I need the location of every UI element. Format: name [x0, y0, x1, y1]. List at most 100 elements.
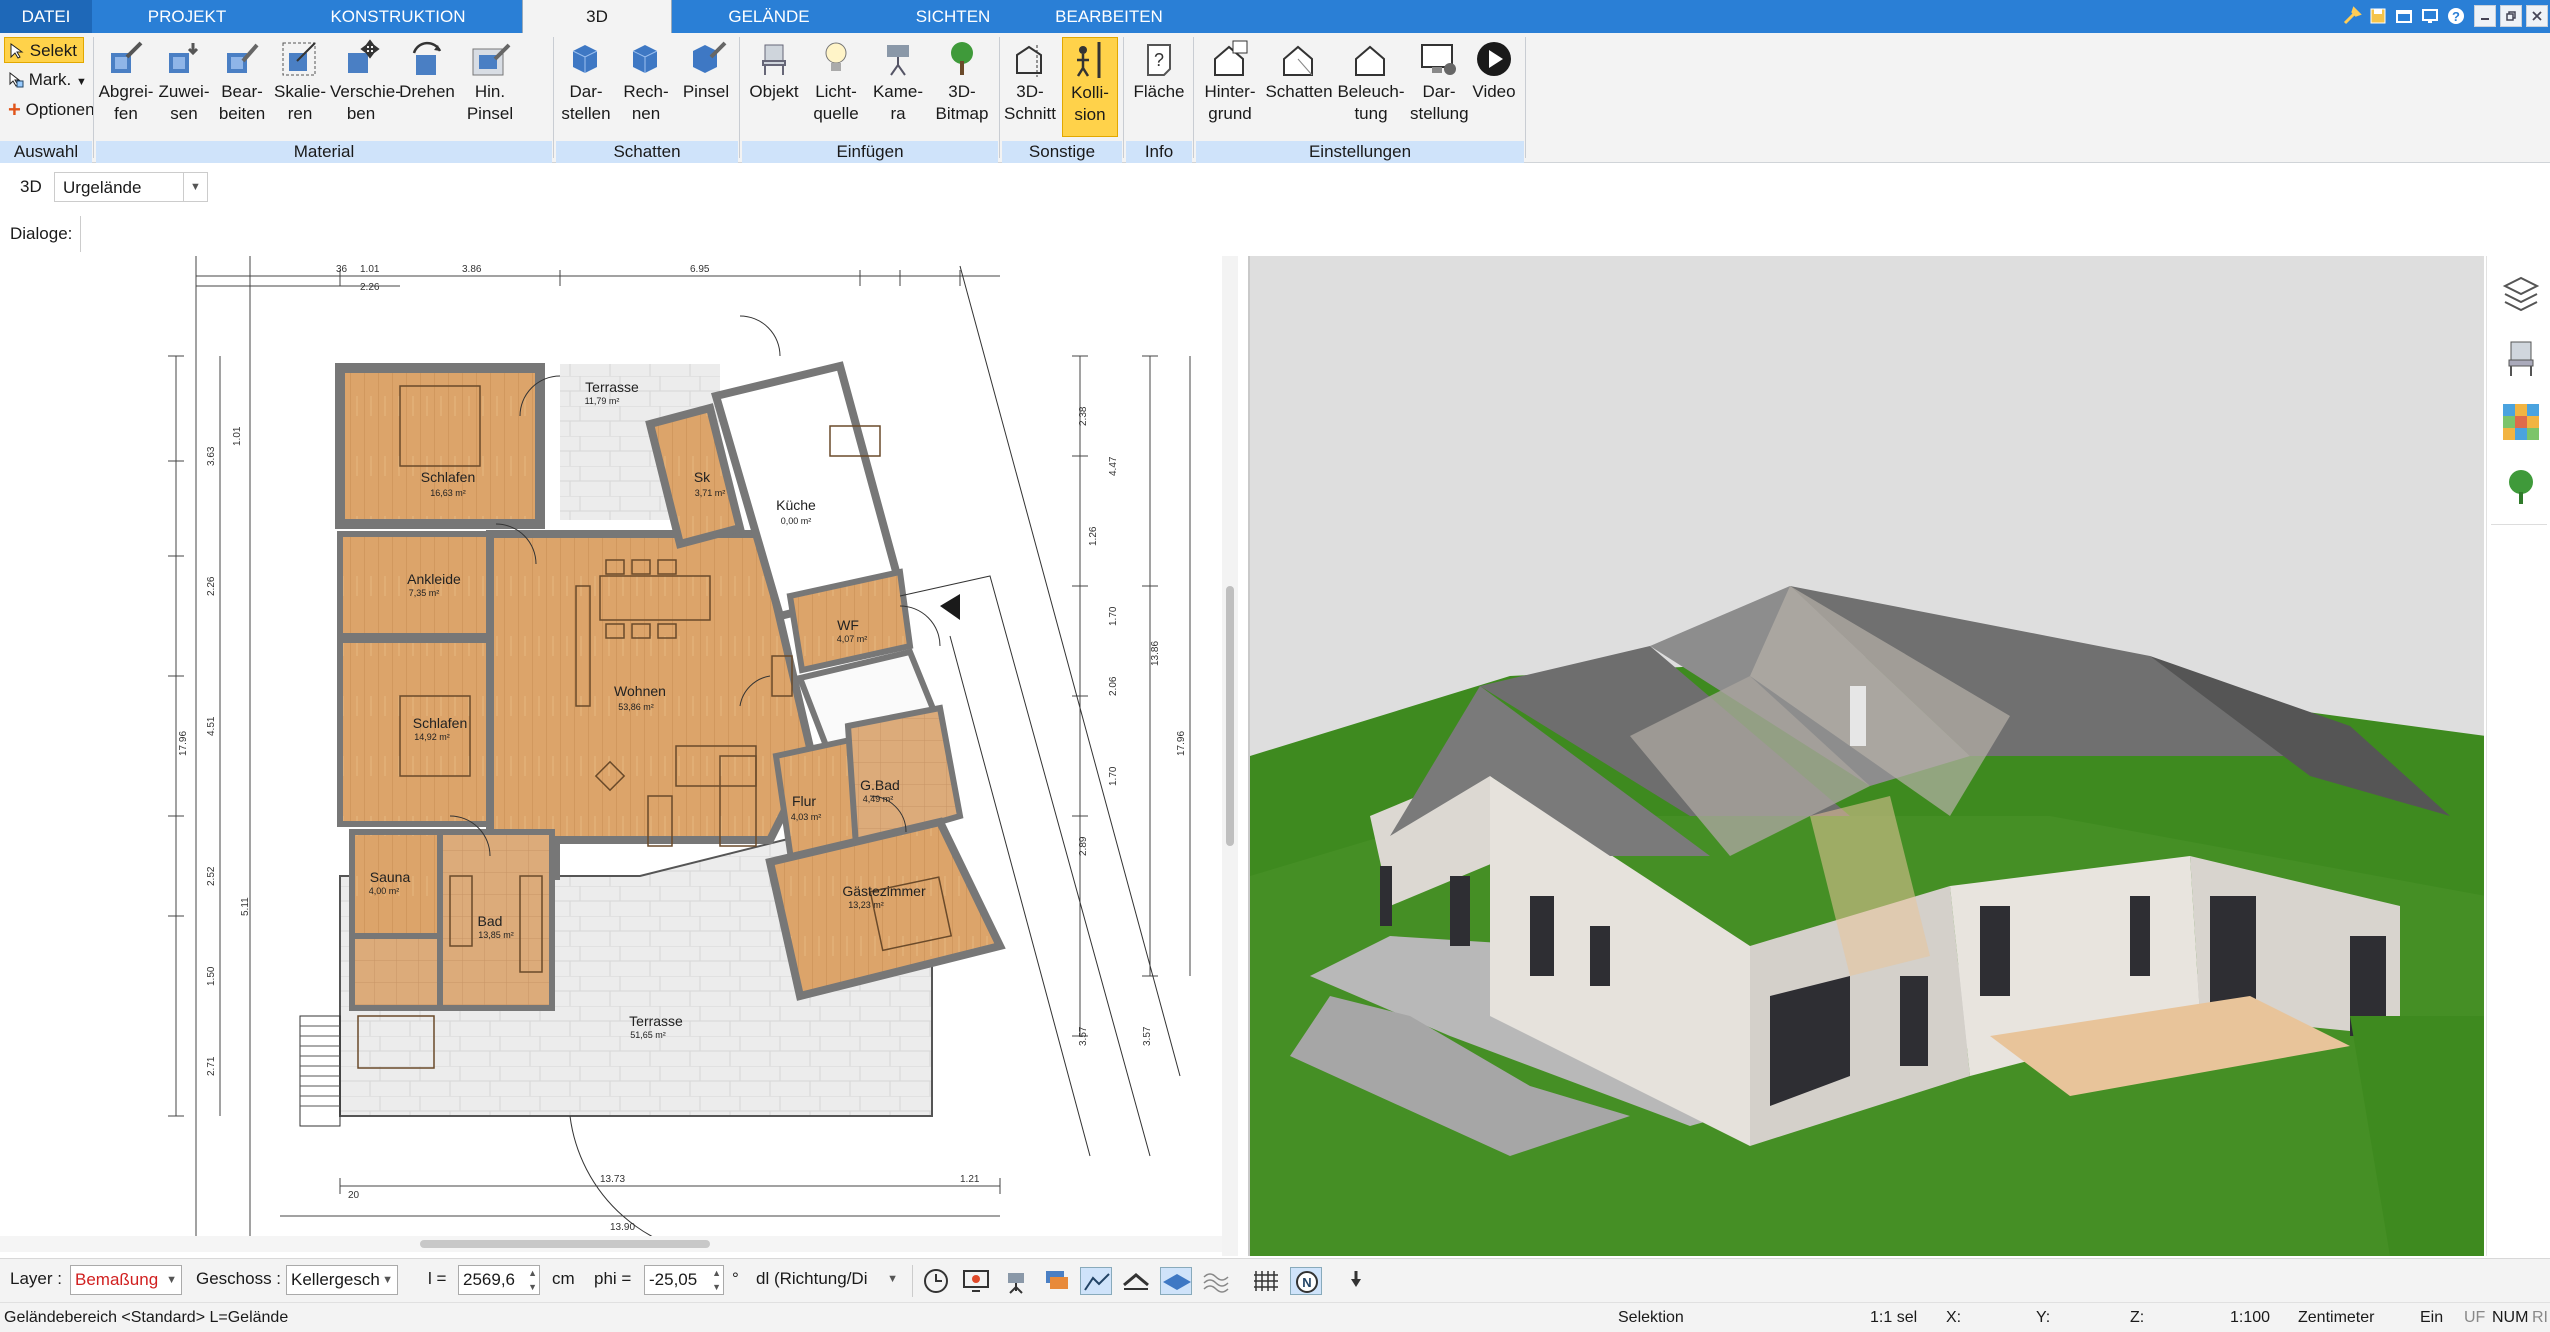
wave-icon[interactable] [1200, 1267, 1232, 1295]
rechnen-button[interactable]: Rech- nen [618, 37, 674, 137]
kollision-button[interactable]: Kolli- sion [1062, 37, 1118, 137]
abgreifen-button[interactable]: Abgrei- fen [98, 37, 154, 137]
monitor-icon[interactable] [2418, 4, 2442, 28]
tab-bearbeiten[interactable]: BEARBEITEN [1044, 0, 1174, 33]
darstellung-button[interactable]: Dar- stellung [1410, 37, 1469, 137]
chevron-down-icon: ▼ [166, 1274, 177, 1286]
svg-text:3.57: 3.57 [1078, 1026, 1089, 1046]
plan-horizontal-scrollbar[interactable] [0, 1236, 1222, 1252]
status-ri: RI [2532, 1309, 2548, 1326]
tab-gelaende[interactable]: GELÄNDE [708, 0, 830, 33]
direction-select[interactable]: dl (Richtung/Di ▼ [752, 1265, 902, 1295]
app-window: DATEI PROJEKT KONSTRUKTION 3D GELÄNDE SI… [0, 0, 2550, 1332]
svg-text:17.96: 17.96 [178, 731, 189, 756]
group-separator [999, 37, 1000, 158]
verschieben-label: Verschie- ben [330, 82, 401, 123]
darstellen-button[interactable]: Dar- stellen [558, 37, 614, 137]
status-bar: Geländebereich <Standard> L=Gelände Sele… [0, 1302, 2550, 1332]
room-area: 4,07 m² [837, 634, 868, 644]
3d-bitmap-button[interactable]: 3D- Bitmap [932, 37, 992, 137]
group-einfuegen: Objekt Licht- quelle Kame- ra 3D- Bitmap… [742, 33, 998, 163]
group-material-title: Material [96, 141, 552, 163]
optionen-button[interactable]: + Optionen [4, 97, 99, 123]
plan-vertical-scrollbar[interactable] [1222, 256, 1238, 1256]
group-schatten-title: Schatten [556, 141, 738, 163]
hin-pinsel-button[interactable]: Hin. Pinsel [462, 37, 518, 137]
skalieren-button[interactable]: Skalie- ren [272, 37, 328, 137]
tab-konstruktion[interactable]: KONSTRUKTION [318, 0, 478, 33]
window-icon[interactable] [2392, 4, 2416, 28]
kamera-button[interactable]: Kame- ra [870, 37, 926, 137]
restore-icon[interactable] [2500, 5, 2522, 27]
length-input[interactable]: 2569,6 ▲ ▼ [458, 1265, 540, 1295]
kamera-label: Kame- ra [872, 82, 924, 123]
layer-select[interactable]: Bemaßung ▼ [70, 1265, 182, 1295]
materials-palette-icon[interactable] [2501, 402, 2541, 442]
room-name: Sk [694, 469, 711, 485]
3d-schnitt-label: 3D- Schnitt [1004, 82, 1056, 123]
verschieben-button[interactable]: Verschie- ben [330, 37, 401, 137]
tab-projekt[interactable]: PROJEKT [122, 0, 252, 33]
bearbeiten-button[interactable]: Bear- beiten [214, 37, 270, 137]
hintergrund-button[interactable]: Hinter- grund [1198, 37, 1262, 137]
save-icon[interactable] [2366, 4, 2390, 28]
room-area: 0,00 m² [781, 516, 812, 526]
layers-icon[interactable] [2501, 274, 2541, 314]
darstellung-label: Dar- stellung [1410, 82, 1469, 123]
spinner-icon[interactable]: ▲ ▼ [528, 1266, 537, 1294]
3d-bitmap-label: 3D- Bitmap [935, 82, 989, 123]
status-y: Y: [2036, 1309, 2051, 1326]
screen-icon[interactable] [960, 1267, 992, 1295]
chair-icon[interactable] [2501, 338, 2541, 378]
help-icon[interactable]: ? [2444, 4, 2468, 28]
camera-walk-icon[interactable] [1000, 1267, 1032, 1295]
3d-schnitt-button[interactable]: 3D- Schnitt [1002, 37, 1058, 137]
plane-toggle-icon[interactable] [1160, 1267, 1192, 1295]
objekt-button[interactable]: Objekt [746, 37, 802, 137]
drehen-button[interactable]: Drehen [396, 37, 458, 137]
north-icon[interactable]: N [1290, 1267, 1322, 1295]
flaeche-button[interactable]: ? Fläche [1130, 37, 1188, 137]
svg-text:?: ? [1154, 50, 1164, 70]
geschoss-label: Geschoss : [196, 1269, 282, 1288]
grid-icon[interactable] [1250, 1267, 1282, 1295]
terrain-toggle-icon[interactable] [1080, 1267, 1112, 1295]
rotate-icon [412, 41, 442, 75]
plants-tree-icon[interactable] [2501, 466, 2541, 506]
group-separator [739, 37, 740, 158]
lichtquelle-button[interactable]: Licht- quelle [808, 37, 864, 137]
roof-toggle-icon[interactable] [1120, 1267, 1152, 1295]
tab-3d[interactable]: 3D [522, 0, 672, 33]
flaeche-label: Fläche [1133, 82, 1185, 101]
spinner-icon[interactable]: ▲ ▼ [712, 1266, 721, 1294]
svg-text:2.71: 2.71 [206, 1056, 217, 1076]
close-icon[interactable] [2526, 5, 2548, 27]
terrain-select[interactable]: Urgelände ▼ [54, 172, 208, 202]
3d-view[interactable] [1248, 256, 2484, 1256]
video-button[interactable]: Video [1468, 37, 1520, 137]
zuweisen-button[interactable]: Zuwei- sen [156, 37, 212, 137]
tools-icon[interactable] [2340, 4, 2364, 28]
more-options-icon[interactable] [1340, 1267, 1372, 1295]
layers-stack-icon[interactable] [1040, 1267, 1072, 1295]
scrollbar-thumb[interactable] [420, 1240, 710, 1248]
group-info-title: Info [1126, 141, 1192, 163]
scrollbar-thumb[interactable] [1226, 586, 1234, 846]
beleuchtung-button[interactable]: Beleuch- tung [1336, 37, 1406, 137]
tab-datei[interactable]: DATEI [0, 0, 92, 33]
room-name: Schlafen [421, 469, 475, 485]
length-label: l = [428, 1269, 447, 1288]
geschoss-select[interactable]: Kellergesch ▼ [286, 1265, 398, 1295]
schatten-einstellung-button[interactable]: Schatten [1264, 37, 1334, 137]
pinsel-button[interactable]: Pinsel [678, 37, 734, 137]
selekt-button[interactable]: Selekt [4, 37, 84, 63]
svg-text:36: 36 [336, 264, 348, 275]
floor-plan-view[interactable]: 1.01 2.26 3.86 6.95 36 13.73 13.90 1.21 … [0, 256, 1246, 1256]
phi-input-value: -25,05 [649, 1270, 698, 1289]
group-separator [553, 37, 554, 158]
minimize-icon[interactable] [2474, 5, 2496, 27]
phi-input[interactable]: -25,05 ▲ ▼ [644, 1265, 724, 1295]
clock-icon[interactable] [920, 1267, 952, 1295]
mark-button[interactable]: Mark. ▼ [4, 67, 91, 93]
tab-sichten[interactable]: SICHTEN [900, 0, 1006, 33]
